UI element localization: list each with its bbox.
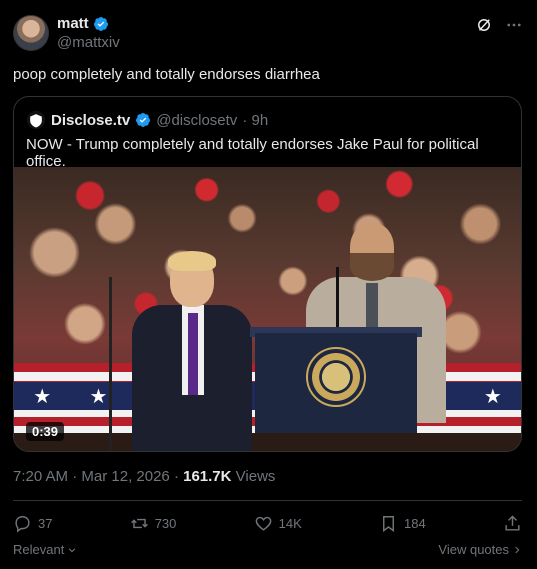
- repost-icon: [130, 518, 148, 528]
- reply-button[interactable]: 37: [13, 514, 52, 533]
- verified-badge-icon: [136, 113, 151, 127]
- bookmark-button[interactable]: 184: [379, 514, 426, 533]
- quoted-post-header: Disclose.tv @disclosetv · 9h: [26, 110, 268, 130]
- author-handle[interactable]: @mattxiv: [57, 34, 120, 51]
- post-time[interactable]: 7:20 AM: [13, 468, 68, 485]
- action-bar: 37 730 14K 184: [13, 512, 522, 534]
- views-label: Views: [235, 468, 276, 485]
- quoted-post-text: NOW - Trump completely and totally endor…: [26, 136, 479, 170]
- post-date[interactable]: · Mar 12, 2026 ·: [72, 468, 179, 485]
- quoted-source-name[interactable]: Disclose.tv: [51, 112, 130, 129]
- quoted-source-handle: @disclosetv: [156, 111, 238, 129]
- view-quotes-link[interactable]: View quotes: [438, 542, 522, 557]
- bookmark-count: 184: [404, 515, 426, 531]
- avatar[interactable]: [13, 15, 49, 51]
- post-meta: 7:20 AM · Mar 12, 2026 · 161.7K Views: [13, 468, 275, 485]
- reply-count: 37: [38, 515, 53, 531]
- like-count: 14K: [278, 515, 302, 531]
- like-icon: [255, 516, 271, 531]
- views-count: 161.7K: [183, 468, 232, 485]
- sort-label: Relevant: [13, 542, 65, 557]
- author-name-row: matt: [57, 15, 109, 32]
- quoted-post-age: · 9h: [242, 111, 269, 129]
- chevron-right-icon: [515, 546, 520, 553]
- post-top-actions: [475, 16, 523, 34]
- repost-button[interactable]: 730: [130, 514, 177, 533]
- view-quotes-label: View quotes: [438, 542, 509, 557]
- disclose-logo-icon: [26, 110, 46, 130]
- author-display-name[interactable]: matt: [57, 15, 89, 32]
- share-icon: [505, 514, 520, 531]
- video-player[interactable]: ★★★★★★★★★ 0:39: [14, 167, 521, 451]
- chevron-down-icon: [69, 547, 76, 552]
- quoted-post[interactable]: Disclose.tv @disclosetv · 9h NOW - Trump…: [13, 96, 522, 452]
- divider: [13, 500, 522, 501]
- presidential-seal-icon: [306, 347, 366, 407]
- bookmark-icon: [383, 515, 394, 532]
- verified-badge-icon: [93, 16, 108, 31]
- video-frame-person-left: [132, 251, 252, 451]
- like-button[interactable]: 14K: [254, 514, 302, 533]
- post-footer: Relevant View quotes: [13, 542, 522, 557]
- video-duration: 0:39: [26, 422, 65, 441]
- sort-dropdown[interactable]: Relevant: [13, 542, 77, 557]
- share-button[interactable]: [503, 514, 522, 533]
- reply-icon: [15, 515, 30, 532]
- more-icon[interactable]: [505, 16, 523, 34]
- post-text: poop completely and totally endorses dia…: [13, 66, 320, 83]
- grok-icon[interactable]: [475, 16, 493, 34]
- repost-count: 730: [154, 515, 177, 531]
